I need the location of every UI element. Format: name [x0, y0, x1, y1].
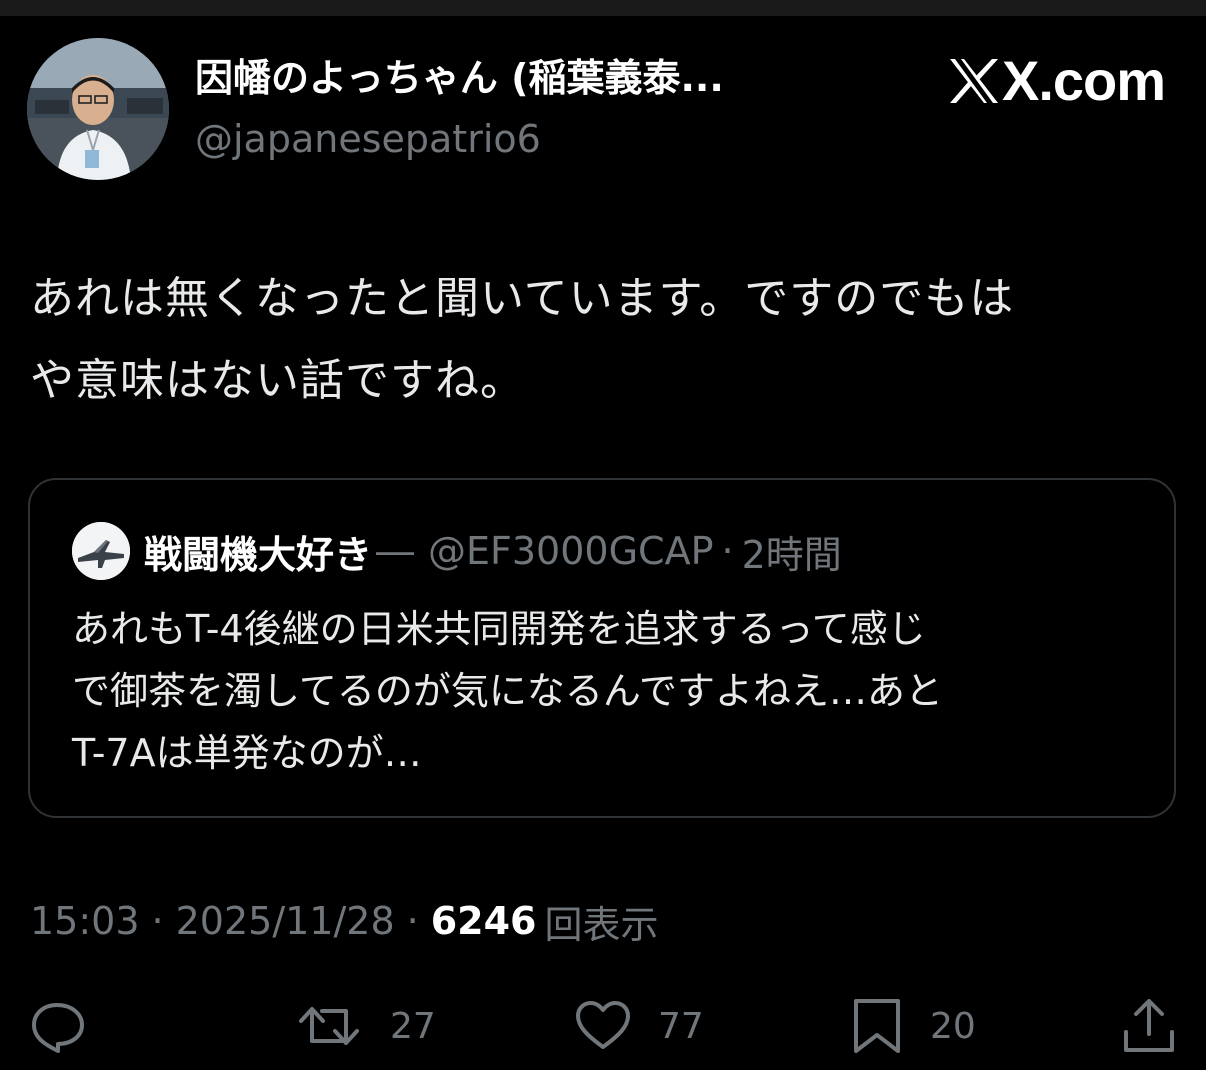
fighter-jet-avatar-image: [72, 522, 130, 580]
quote-text-line: で御茶を濁してるのが気になるんですよねえ…あと: [72, 669, 943, 713]
heart-icon: [576, 1001, 630, 1049]
repost-icon: [299, 1007, 359, 1045]
bookmark-count: 20: [930, 1005, 976, 1047]
quote-author-handle[interactable]: @EF3000GCAP: [428, 529, 713, 573]
views-count: 6246: [430, 899, 537, 943]
author-avatar-image: [27, 38, 169, 180]
tweet-meta: 15:03 · 2025/11/28 · 6246 回表示: [30, 894, 659, 948]
reply-button[interactable]: [28, 996, 86, 1056]
x-logo-icon: [950, 59, 998, 103]
bookmark-icon: [854, 999, 900, 1053]
meta-separator: ·: [406, 899, 419, 943]
quote-text: あれもT-4後継の日米共同開発を追求するって感じ で御茶を濁してるのが気になるん…: [72, 598, 1152, 784]
quote-text-line: あれもT-4後継の日米共同開発を追求するって感じ: [72, 607, 926, 651]
quote-author-avatar: [72, 522, 130, 580]
quote-separator: ·: [721, 529, 734, 573]
quote-text-line: T-7Aは単発なのが…: [72, 731, 422, 775]
author-avatar[interactable]: [27, 38, 169, 180]
tweet-text: あれは無くなったと聞いています。ですのでもは や意味はない話ですね。: [30, 258, 1170, 422]
tweet-text-line: あれは無くなったと聞いています。ですのでもは: [30, 273, 1015, 324]
quoted-tweet-card[interactable]: 戦闘機大好き ― @EF3000GCAP · 2時間 あれもT-4後継の日米共同…: [28, 478, 1176, 818]
share-button[interactable]: [1120, 996, 1178, 1056]
bookmark-button[interactable]: 20: [850, 996, 976, 1056]
tweet-time[interactable]: 15:03: [30, 899, 140, 943]
tweet-date[interactable]: 2025/11/28: [176, 899, 395, 943]
tweet-text-line: や意味はない話ですね。: [30, 355, 525, 406]
quote-author-name[interactable]: 戦闘機大好き: [144, 524, 372, 579]
brand-text: X.com: [1002, 49, 1166, 112]
quote-header: 戦闘機大好き ― @EF3000GCAP · 2時間: [144, 524, 842, 578]
repost-button[interactable]: 27: [298, 996, 436, 1056]
brand-logo: X.com: [948, 49, 1166, 112]
author-display-name[interactable]: 因幡のよっちゃん (稲葉義泰...: [195, 52, 835, 104]
share-icon: [1124, 999, 1174, 1052]
quote-timestamp: 2時間: [741, 532, 842, 577]
quote-name-dash: ―: [376, 529, 415, 573]
author-handle[interactable]: @japanesepatrio6: [195, 115, 541, 163]
meta-separator: ·: [151, 899, 164, 943]
reply-icon: [32, 1003, 84, 1053]
action-bar: 27 77 20: [0, 996, 1206, 1056]
repost-count: 27: [390, 1005, 436, 1047]
top-strip: [0, 0, 1206, 16]
like-count: 77: [658, 1005, 704, 1047]
views-label: 回表示: [544, 902, 659, 947]
like-button[interactable]: 77: [574, 996, 704, 1056]
